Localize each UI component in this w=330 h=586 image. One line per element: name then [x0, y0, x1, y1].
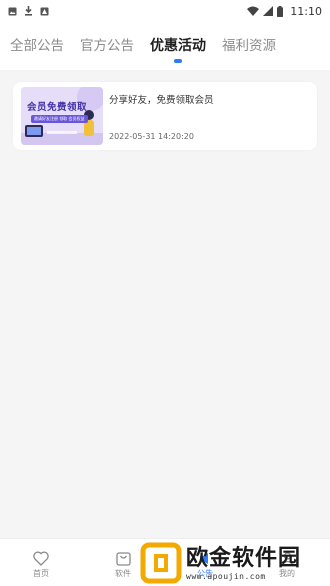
- thumbnail-title: 会员免费领取: [27, 102, 88, 113]
- clock: 11:10: [290, 4, 322, 18]
- tab-welfare-resources[interactable]: 福利资源: [222, 22, 276, 70]
- nav-home-label: 首页: [33, 568, 49, 578]
- announcement-card[interactable]: 会员免费领取 邀请好友注册 领取 会员权益 分享好友，免费领取会员 2022-0…: [13, 82, 317, 150]
- announcement-text: 分享好友，免费领取会员 2022-05-31 14:20:20: [109, 87, 214, 145]
- battery-icon: [277, 5, 284, 17]
- download-icon: [25, 6, 32, 16]
- tab-all-announcements[interactable]: 全部公告: [10, 22, 64, 70]
- heart-icon: [33, 551, 49, 566]
- bag-icon: [115, 551, 131, 566]
- nav-home[interactable]: 首页: [0, 539, 82, 586]
- wifi-icon: [247, 6, 260, 16]
- announcement-tabs: 全部公告 官方公告 优惠活动 福利资源: [0, 22, 330, 70]
- tab-promotions[interactable]: 优惠活动: [150, 22, 206, 70]
- tab-label: 官方公告: [80, 38, 134, 54]
- announcement-title: 分享好友，免费领取会员: [109, 95, 214, 106]
- image-notification-icon: [8, 7, 17, 15]
- tab-official-announcements[interactable]: 官方公告: [80, 22, 134, 70]
- announcement-date: 2022-05-31 14:20:20: [109, 132, 194, 141]
- announcement-list: 会员免费领取 邀请好友注册 领取 会员权益 分享好友，免费领取会员 2022-0…: [0, 70, 330, 538]
- thumbnail-subtitle: 邀请好友注册 领取 会员权益: [31, 115, 88, 123]
- nav-software-label: 软件: [115, 568, 131, 578]
- watermark-logo-icon: [140, 542, 182, 584]
- announcement-thumbnail: 会员免费领取 邀请好友注册 领取 会员权益: [21, 87, 103, 145]
- watermark-url: www.apoujin.com: [186, 571, 266, 581]
- active-tab-indicator: [174, 59, 182, 63]
- status-notifications: [8, 6, 49, 16]
- status-bar: 11:10: [0, 0, 330, 22]
- signal-icon: [263, 6, 274, 16]
- tab-label: 福利资源: [222, 38, 276, 54]
- tab-label: 全部公告: [10, 38, 64, 54]
- tab-label: 优惠活动: [150, 38, 206, 54]
- watermark: 欧金软件园 www.apoujin.com: [140, 540, 330, 586]
- app-notification-icon: [40, 7, 49, 15]
- status-indicators: 11:10: [247, 5, 322, 18]
- watermark-title: 欧金软件园: [186, 545, 302, 571]
- watermark-text: 欧金软件园 www.apoujin.com: [186, 546, 301, 581]
